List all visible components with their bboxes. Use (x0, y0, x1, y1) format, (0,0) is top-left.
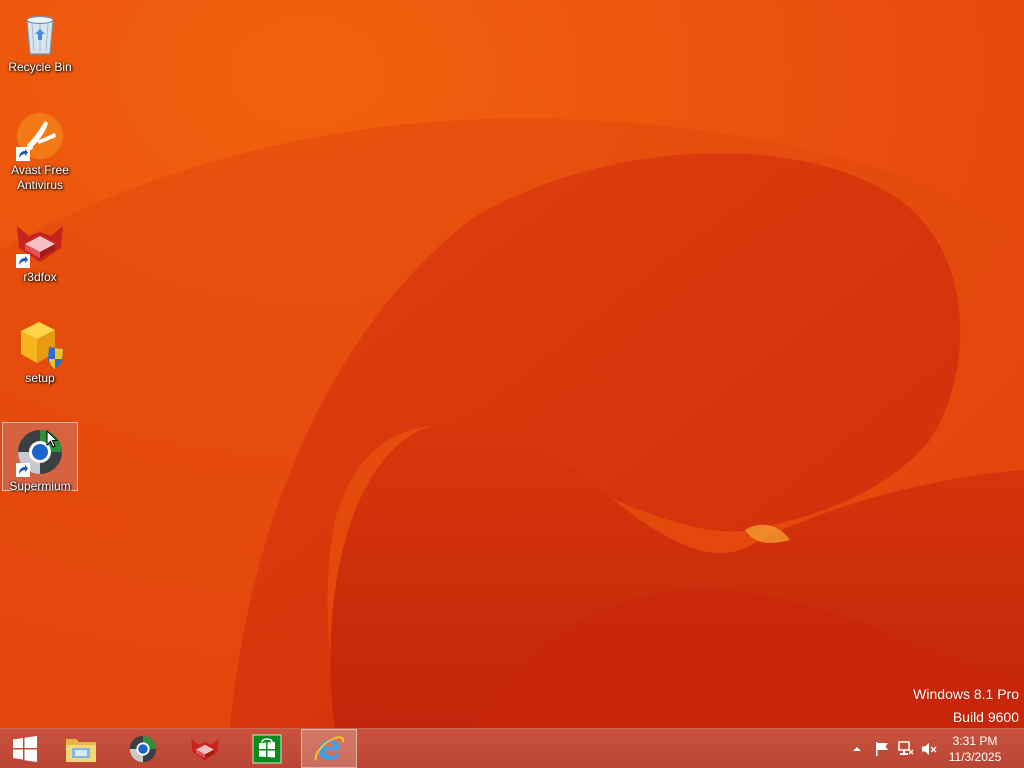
desktop-icon-label: r3dfox (23, 270, 57, 284)
shortcut-arrow-icon (16, 463, 30, 477)
watermark-build: Build 9600 (952, 709, 1019, 725)
show-hidden-icons-icon[interactable] (852, 744, 862, 754)
avast-icon (15, 111, 65, 161)
windows-logo-icon (13, 735, 37, 762)
taskbar-clock[interactable]: 3:31 PM 11/3/2025 (940, 733, 1010, 765)
file-explorer-button[interactable] (53, 729, 109, 768)
desktop-icon-label: Avast Free Antivirus (11, 163, 69, 192)
action-center-flag-icon[interactable] (874, 741, 890, 757)
supermium-icon (129, 735, 157, 762)
clock-date: 11/3/2025 (948, 750, 1002, 764)
mouse-cursor-icon (46, 430, 58, 448)
r3dfox-icon (15, 218, 65, 268)
r3dfox-taskbar-button[interactable] (177, 729, 233, 768)
start-button[interactable] (0, 729, 50, 768)
shortcut-arrow-icon (16, 254, 30, 268)
ie-icon (314, 735, 345, 760)
store-button[interactable] (239, 729, 295, 768)
shortcut-arrow-icon (16, 147, 30, 161)
desktop-wallpaper (0, 0, 1024, 728)
windows-version-watermark: Windows 8.1 Pro Build 9600 (913, 683, 1019, 729)
desktop-icon-supermium[interactable]: Supermium (2, 422, 78, 493)
recycle-bin-icon (15, 8, 65, 58)
store-icon (252, 734, 282, 763)
desktop-icon-r3dfox[interactable]: r3dfox (2, 214, 78, 286)
clock-time: 3:31 PM (952, 734, 998, 748)
supermium-taskbar-button[interactable] (115, 729, 171, 768)
internet-explorer-button[interactable] (301, 729, 357, 768)
desktop-icon-setup[interactable]: setup (2, 315, 78, 387)
desktop-icon-label: setup (25, 371, 55, 385)
desktop-icon-avast[interactable]: Avast Free Antivirus (2, 107, 78, 197)
watermark-edition: Windows 8.1 Pro (913, 686, 1019, 702)
r3dfox-icon (191, 738, 219, 760)
network-icon[interactable] (898, 741, 914, 757)
volume-muted-icon[interactable] (921, 741, 937, 757)
desktop-icon-label: Supermium (9, 479, 71, 493)
setup-icon (15, 319, 65, 369)
taskbar: 3:31 PM 11/3/2025 (0, 728, 1024, 768)
folder-icon (66, 738, 96, 762)
desktop-icon-label: Recycle Bin (8, 60, 72, 74)
desktop-icon-recycle-bin[interactable]: Recycle Bin (2, 4, 78, 76)
